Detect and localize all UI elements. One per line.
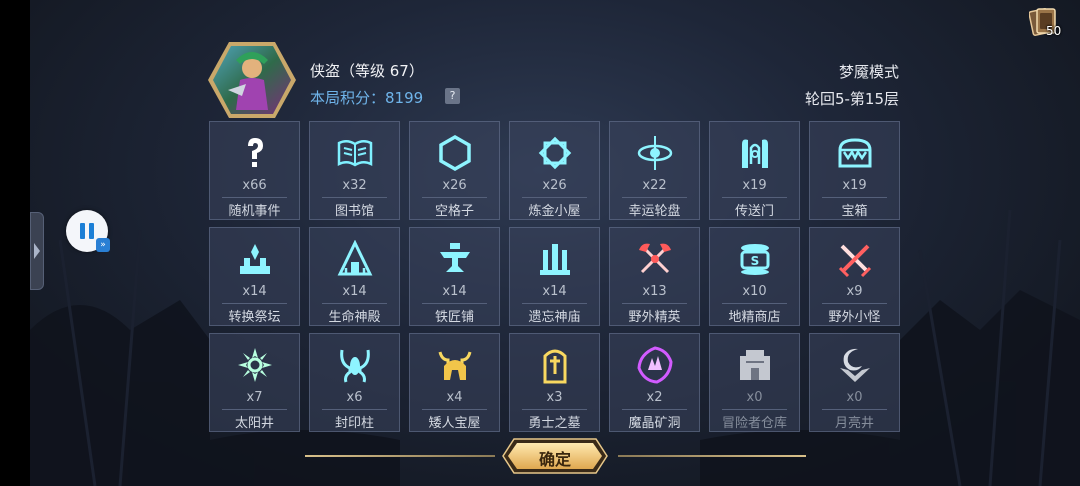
- deck-count: 50: [1046, 24, 1062, 38]
- tile-stat-cell[interactable]: x2 魔晶矿洞: [609, 333, 700, 432]
- tile-stat-cell[interactable]: S x10 地精商店: [709, 227, 800, 326]
- crystal-icon: [637, 346, 673, 384]
- hexagon-icon: [439, 134, 471, 172]
- warehouse-icon: [740, 350, 770, 380]
- tile-stat-cell[interactable]: x19 宝箱: [809, 121, 900, 220]
- tile-stat-cell[interactable]: x14 生命神殿: [309, 227, 400, 326]
- score-help-icon[interactable]: ?: [445, 88, 460, 104]
- tile-stat-cell[interactable]: x6 封印柱: [309, 333, 400, 432]
- tile-stat-cell[interactable]: x22 幸运轮盘: [609, 121, 700, 220]
- anvil-icon: [440, 243, 470, 272]
- sun-icon: [238, 348, 272, 382]
- wheel-icon: [637, 136, 673, 170]
- moon-icon: [840, 348, 870, 382]
- portal-icon: [742, 139, 768, 168]
- tile-stat-cell[interactable]: x14 遗忘神庙: [509, 227, 600, 326]
- side-drawer-handle[interactable]: [30, 212, 44, 290]
- alchemy-icon: [538, 136, 572, 170]
- player-name: 侠盗（等级 67）: [310, 62, 424, 80]
- confirm-button-label[interactable]: 确定: [502, 446, 608, 470]
- svg-text:S: S: [751, 254, 760, 268]
- tile-stat-cell[interactable]: x13 野外精英: [609, 227, 700, 326]
- fast-forward-icon[interactable]: »: [96, 238, 110, 252]
- altar-icon: [240, 244, 270, 274]
- tile-stat-cell[interactable]: x7 太阳井: [209, 333, 300, 432]
- avatar: [208, 42, 296, 118]
- swords-icon: [838, 244, 872, 278]
- tile-stat-cell[interactable]: x32 图书馆: [309, 121, 400, 220]
- question-icon: [248, 138, 263, 167]
- shop-icon: S: [740, 244, 770, 275]
- divider-right: [618, 455, 806, 457]
- left-letterbox: [0, 0, 30, 486]
- run-score: 本局积分：8199: [310, 89, 424, 107]
- helmet-icon: [438, 351, 472, 380]
- tile-stat-cell[interactable]: x9 野外小怪: [809, 227, 900, 326]
- chest-icon: [838, 138, 872, 168]
- pause-icon: [80, 223, 85, 239]
- seal-icon: [340, 349, 370, 383]
- floor-indicator: 轮回5-第15层: [804, 90, 899, 108]
- tile-stats-grid: x66 随机事件 x32 图书馆 x26 空格子 x26 炼金小屋 x22 幸运…: [209, 121, 900, 432]
- tile-stat-cell[interactable]: x0 冒险者仓库: [709, 333, 800, 432]
- shrine-icon: [540, 244, 570, 275]
- tile-stat-cell[interactable]: x26 空格子: [409, 121, 500, 220]
- tile-stat-cell[interactable]: x14 铁匠铺: [409, 227, 500, 326]
- elite-axes-icon: [639, 243, 671, 274]
- tile-stat-cell[interactable]: x4 矮人宝屋: [409, 333, 500, 432]
- tile-stat-cell[interactable]: x0 月亮井: [809, 333, 900, 432]
- tomb-icon: [543, 349, 567, 384]
- tile-stat-cell[interactable]: x19 传送门: [709, 121, 800, 220]
- temple-icon: [337, 240, 373, 276]
- divider-left: [305, 455, 495, 457]
- tile-stat-cell[interactable]: x14 转换祭坛: [209, 227, 300, 326]
- tile-stat-cell[interactable]: x26 炼金小屋: [509, 121, 600, 220]
- book-icon: [337, 140, 373, 167]
- tile-stat-cell[interactable]: x66 随机事件: [209, 121, 300, 220]
- tile-stat-cell[interactable]: x3 勇士之墓: [509, 333, 600, 432]
- difficulty-mode: 梦魇模式: [838, 63, 899, 81]
